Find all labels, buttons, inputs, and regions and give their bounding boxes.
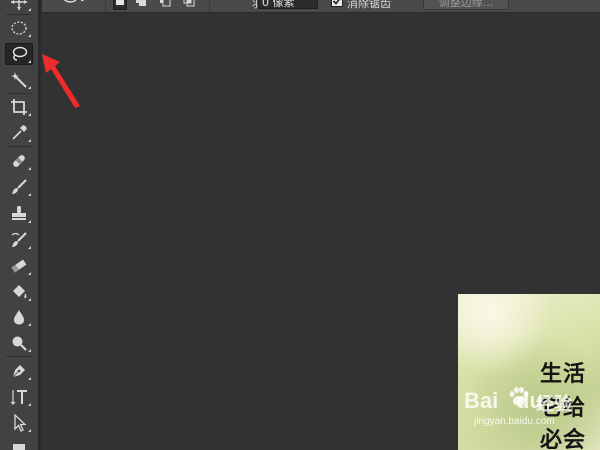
paint-bucket-icon [13, 285, 27, 299]
watermark-brand-left: Bai [464, 388, 499, 413]
document-canvas[interactable]: 生活 它给 必会 Bai du 经验 jingyan.baidu.com [458, 294, 600, 450]
move-tool[interactable] [5, 0, 33, 13]
red-arrow-annotation [38, 50, 84, 110]
flyout-indicator [28, 167, 31, 170]
flyout-indicator [28, 86, 31, 89]
flyout-indicator [28, 113, 31, 116]
clone-stamp-tool[interactable] [5, 203, 33, 225]
new-selection-button[interactable] [113, 0, 127, 10]
feather-input[interactable]: 0 像素 [258, 0, 318, 9]
add-to-selection-icon [136, 0, 146, 6]
spot-healing-brush-tool[interactable] [5, 150, 33, 172]
flyout-indicator [28, 246, 31, 249]
intersect-selection-icon [183, 0, 195, 7]
flyout-indicator [28, 403, 31, 406]
flyout-indicator [28, 272, 31, 275]
refine-edge-button[interactable]: 调整边缘... [423, 0, 509, 10]
intersect-selection-button[interactable] [182, 0, 196, 10]
flyout-indicator [28, 298, 31, 301]
options-bar: 羽化: 0 像素 消除锯齿 调整边缘... [41, 0, 600, 13]
magic-wand-icon [11, 72, 27, 88]
path-selection-tool[interactable] [5, 412, 33, 434]
history-brush-tool[interactable] [5, 229, 33, 251]
tools-panel [0, 0, 42, 450]
crop-tool[interactable] [5, 96, 33, 118]
type-tool[interactable] [5, 386, 33, 408]
rectangle-shape-icon [13, 444, 25, 450]
options-separator [209, 0, 210, 12]
dodge-tool[interactable] [5, 332, 33, 354]
stamp-icon [12, 206, 26, 220]
tool-separator [6, 93, 32, 94]
subtract-from-selection-button[interactable] [158, 0, 172, 10]
eyedropper-tool[interactable] [5, 122, 33, 144]
dodge-icon [12, 336, 27, 351]
elliptical-marquee-tool[interactable] [5, 17, 33, 39]
elliptical-marquee-icon [11, 21, 27, 35]
tool-separator [6, 356, 32, 357]
flyout-indicator [28, 60, 31, 63]
add-to-selection-button[interactable] [134, 0, 148, 10]
eraser-icon [11, 259, 27, 273]
tool-separator [6, 146, 32, 147]
flyout-indicator [28, 220, 31, 223]
blur-tool[interactable] [5, 306, 33, 328]
move-icon [11, 0, 27, 10]
subtract-from-selection-icon [160, 0, 171, 7]
eyedropper-icon [12, 125, 27, 140]
pen-tool[interactable] [5, 360, 33, 382]
flyout-indicator [28, 429, 31, 432]
red-arrow-icon [42, 54, 80, 108]
watermark-url: jingyan.baidu.com [474, 416, 555, 427]
magic-wand-tool[interactable] [5, 69, 33, 91]
options-separator [105, 0, 106, 12]
rectangle-tool[interactable] [5, 438, 33, 450]
pen-icon [12, 365, 25, 378]
checkmark-icon [332, 0, 340, 5]
type-icon [10, 390, 27, 405]
flyout-indicator [28, 8, 31, 11]
eraser-tool[interactable] [5, 255, 33, 277]
tool-preset-picker[interactable] [61, 0, 87, 10]
flyout-indicator [28, 139, 31, 142]
bandage-icon [13, 155, 25, 167]
flyout-indicator [28, 323, 31, 326]
flyout-indicator [28, 349, 31, 352]
tool-separator [6, 14, 32, 15]
baidu-watermark: Bai du 经验 jingyan.baidu.com [458, 384, 600, 434]
flyout-indicator [28, 377, 31, 380]
paint-bucket-tool[interactable] [5, 281, 33, 303]
anti-alias-label: 消除锯齿 [347, 0, 391, 10]
crop-icon [11, 99, 27, 115]
brush-icon [12, 179, 27, 194]
watermark-brand-suffix: 经验 [536, 394, 572, 415]
flyout-indicator [28, 193, 31, 196]
lasso-icon [12, 46, 28, 61]
lasso-icon [63, 0, 84, 3]
history-brush-icon [11, 232, 27, 247]
flyout-indicator [28, 34, 31, 37]
brush-tool[interactable] [5, 176, 33, 198]
anti-alias-checkbox[interactable] [331, 0, 343, 7]
lasso-tool[interactable] [5, 43, 33, 65]
cursor-arrow-icon [14, 414, 27, 432]
photoshop-window: 羽化: 0 像素 消除锯齿 调整边缘... [0, 0, 600, 450]
water-drop-icon [14, 310, 24, 325]
new-selection-icon [116, 0, 124, 5]
